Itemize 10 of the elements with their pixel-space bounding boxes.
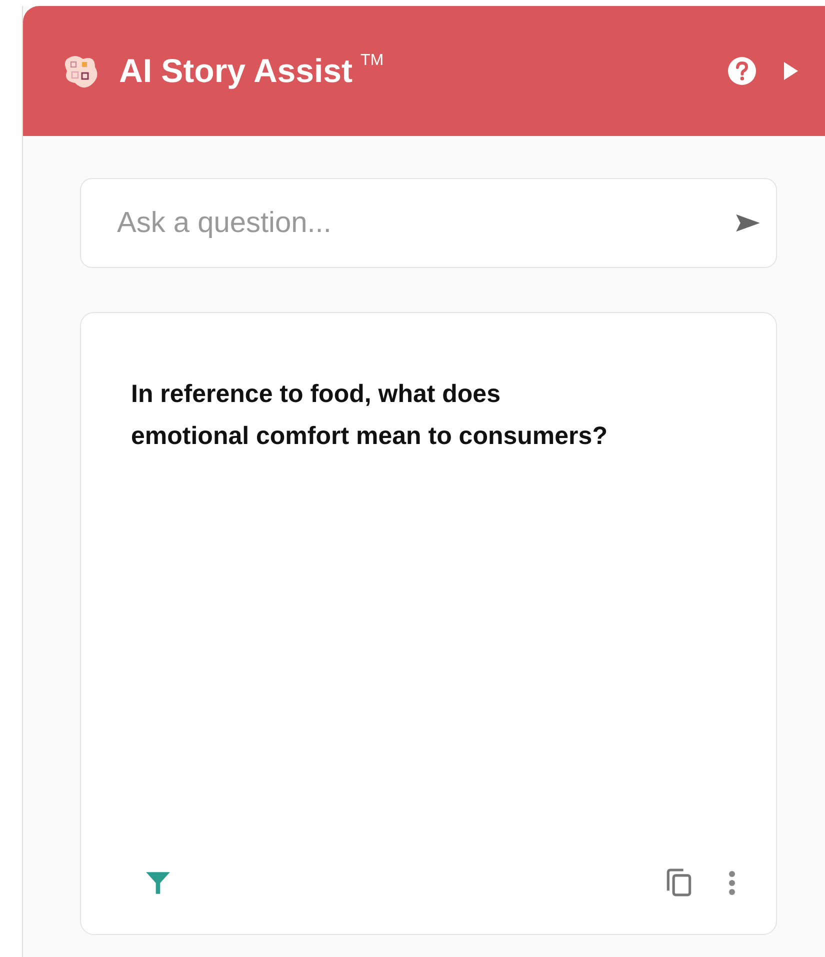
play-icon[interactable]: [783, 61, 799, 81]
question-text: In reference to food, what does emotional comfort mean to consumers?: [131, 379, 608, 452]
send-icon[interactable]: [735, 212, 761, 234]
trademark-mark: TM: [360, 52, 384, 70]
search-field[interactable]: Ask a question...: [80, 178, 777, 268]
app-title: AI Story Assist: [119, 52, 353, 90]
filter-icon[interactable]: [145, 870, 171, 896]
help-icon[interactable]: [727, 56, 757, 86]
more-icon[interactable]: [728, 870, 736, 896]
copy-icon[interactable]: [666, 868, 692, 898]
